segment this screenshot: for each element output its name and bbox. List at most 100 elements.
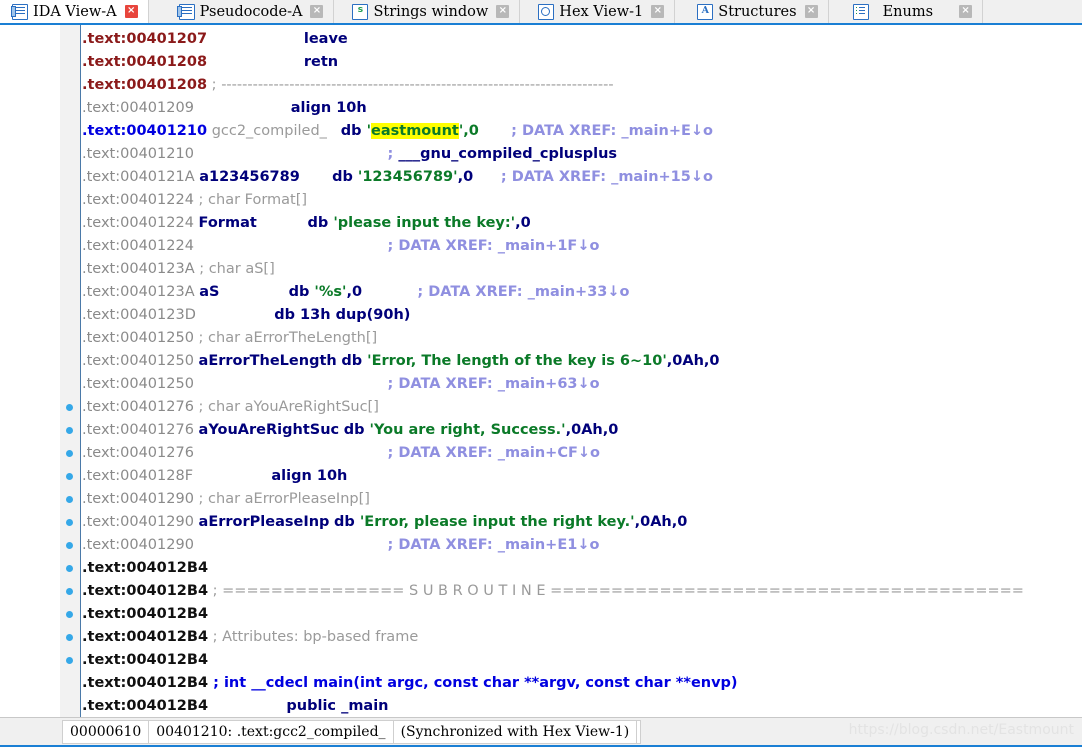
line-address: .text:00401207 xyxy=(82,31,208,47)
tab-strings-window[interactable]: s Strings window × xyxy=(334,0,521,23)
structures-icon: A xyxy=(697,3,714,20)
status-address: 00401210: .text:gcc2_compiled_ xyxy=(149,721,394,743)
disassembly-line[interactable]: .text:00401276 ; DATA XREF: _main+CF↓o xyxy=(82,442,600,465)
line-address: .text:004012B4 xyxy=(82,560,209,576)
disassembly-line[interactable]: .text:00401250 ; DATA XREF: _main+63↓o xyxy=(82,373,600,396)
line-token-cmt: ; Attributes: bp-based frame xyxy=(208,629,419,645)
disassembly-line[interactable]: .text:00401208 ; -----------------------… xyxy=(82,74,614,97)
line-address: .text:00401208 xyxy=(82,77,208,93)
line-address: .text:004012B4 xyxy=(82,675,209,691)
close-icon[interactable]: × xyxy=(651,5,665,18)
line-address: .text:00401276 xyxy=(82,399,194,415)
line-address: .text:00401208 xyxy=(82,54,208,70)
tab-hex-view-1[interactable]: Hex View-1 × xyxy=(520,0,676,23)
status-bar-fields: 00000610 00401210: .text:gcc2_compiled_ … xyxy=(62,720,642,744)
line-token-plain xyxy=(219,284,288,300)
line-token-kw: align 10h xyxy=(271,468,348,484)
line-token-kw: db xyxy=(307,215,334,231)
line-token-xref: _main+E1 xyxy=(497,537,578,553)
breakpoint-dot[interactable] xyxy=(66,473,73,480)
line-token-xref: ; DATA XREF: xyxy=(387,238,498,254)
line-token-xref: ↓o xyxy=(577,445,601,461)
tab-structures[interactable]: A Structures × xyxy=(675,0,829,23)
disassembly-line[interactable]: .text:0040123A aS db '%s',0 ; DATA XREF:… xyxy=(82,281,630,304)
disassembly-line[interactable]: .text:004012B4 xyxy=(82,557,208,580)
breakpoint-dot[interactable] xyxy=(66,404,73,411)
line-token-plain xyxy=(473,169,501,185)
line-address: .text:004012B4 xyxy=(82,606,209,622)
tab-ida-view-a[interactable]: IDA View-A × xyxy=(0,0,149,23)
document-icon xyxy=(10,3,28,20)
disassembly-line[interactable]: .text:00401290 aErrorPleaseInp db 'Error… xyxy=(82,511,687,534)
line-token-plain xyxy=(194,238,388,254)
disassembly-line[interactable]: .text:00401210 gcc2_compiled_ db 'eastmo… xyxy=(82,120,713,143)
close-icon[interactable]: × xyxy=(310,5,324,18)
breakpoint-dot[interactable] xyxy=(66,542,73,549)
tab-label: IDA View-A xyxy=(33,3,117,20)
line-address: .text:00401276 xyxy=(82,445,194,461)
line-token-plain xyxy=(194,537,388,553)
disassembly-line[interactable]: .text:004012B4 ; Attributes: bp-based fr… xyxy=(82,626,418,649)
disassembly-line[interactable]: .text:0040128F align 10h xyxy=(82,465,347,488)
disassembly-line[interactable]: .text:00401276 ; char aYouAreRightSuc[] xyxy=(82,396,379,419)
line-token-cmt: ; char aYouAreRightSuc[] xyxy=(193,399,379,415)
breakpoint-dot[interactable] xyxy=(66,519,73,526)
line-token-cmt: ; char aS[] xyxy=(194,261,275,277)
disassembly-line[interactable]: .text:004012B4 public _main xyxy=(82,695,389,717)
disassembly-line[interactable]: .text:0040123D db 13h dup(90h) xyxy=(82,304,410,327)
disassembly-line[interactable]: .text:00401224 Format db 'please input t… xyxy=(82,212,531,235)
disassembly-line[interactable]: .text:00401276 aYouAreRightSuc db 'You a… xyxy=(82,419,618,442)
line-token-kw: retn xyxy=(303,54,339,70)
disassembly-line[interactable]: .text:004012B4 xyxy=(82,649,208,672)
line-address: .text:004012B4 xyxy=(82,629,209,645)
disassembly-line[interactable]: .text:00401224 ; DATA XREF: _main+1F↓o xyxy=(82,235,599,258)
disassembly-line[interactable]: .text:00401250 aErrorTheLength db 'Error… xyxy=(82,350,720,373)
close-icon[interactable]: × xyxy=(804,5,818,18)
breakpoint-dot[interactable] xyxy=(66,427,73,434)
line-token-plain xyxy=(194,376,388,392)
disassembly-line[interactable]: .text:00401208 retn xyxy=(82,51,338,74)
disassembly-line[interactable]: .text:00401290 ; DATA XREF: _main+E1↓o xyxy=(82,534,599,557)
breakpoint-dot[interactable] xyxy=(66,611,73,618)
disassembly-line[interactable]: .text:0040123A ; char aS[] xyxy=(82,258,275,281)
disassembly-line[interactable]: .text:00401250 ; char aErrorTheLength[] xyxy=(82,327,377,350)
line-token-xref: _main+33 xyxy=(527,284,608,300)
disassembly-line[interactable]: .text:0040121A a123456789 db '123456789'… xyxy=(82,166,713,189)
line-address: .text:0040123A xyxy=(82,284,195,300)
close-icon[interactable]: × xyxy=(124,5,138,18)
line-token-name: aYouAreRightSuc xyxy=(198,422,340,438)
disassembly-line[interactable]: .text:00401207 leave xyxy=(82,28,348,51)
close-icon[interactable]: × xyxy=(496,5,510,18)
breakpoint-dot[interactable] xyxy=(66,496,73,503)
line-address: .text:00401290 xyxy=(82,491,194,507)
breakpoint-dot[interactable] xyxy=(66,450,73,457)
line-token-kw: db xyxy=(343,422,370,438)
line-token-xref: ; DATA XREF: xyxy=(417,284,528,300)
document-icon xyxy=(177,3,195,20)
breakpoint-dot[interactable] xyxy=(66,565,73,572)
line-token-xref: ; DATA XREF: xyxy=(387,537,498,553)
breakpoint-dot[interactable] xyxy=(66,588,73,595)
disassembly-line[interactable]: .text:00401224 ; char Format[] xyxy=(82,189,307,212)
line-token-hl: eastmount xyxy=(371,123,459,139)
watermark: https://blog.csdn.net/Eastmount xyxy=(848,722,1074,738)
line-token-kw: leave xyxy=(303,31,348,47)
disassembly-line[interactable]: .text:004012B4 ; int __cdecl main(int ar… xyxy=(82,672,738,695)
breakpoint-dot[interactable] xyxy=(66,634,73,641)
disassembly-line[interactable]: .text:00401290 ; char aErrorPleaseInp[] xyxy=(82,488,370,511)
line-token-xref: ; xyxy=(387,146,399,162)
line-token-name: Format xyxy=(198,215,257,231)
line-token-name: aErrorPleaseInp xyxy=(198,514,330,530)
breakpoint-dot[interactable] xyxy=(66,657,73,664)
line-token-kw: db xyxy=(340,123,367,139)
disassembly-line[interactable]: .text:004012B4 xyxy=(82,603,208,626)
tab-enums[interactable]: Enums × xyxy=(828,0,984,23)
tab-pseudocode-a[interactable]: Pseudocode-A × xyxy=(148,0,335,23)
disassembly-line[interactable]: .text:004012B4 ; =============== S U B R… xyxy=(82,580,1024,603)
disassembly-line[interactable]: .text:00401210 ; ___gnu_compiled_cpluspl… xyxy=(82,143,617,166)
view-tab-bar: IDA View-A × Pseudocode-A × s Strings wi… xyxy=(0,0,1082,25)
disassembly-pane[interactable]: .text:00401207 leave .text:00401208 retn.… xyxy=(0,25,1082,717)
close-icon[interactable]: × xyxy=(959,5,973,18)
disassembly-line[interactable]: .text:00401209 align 10h xyxy=(82,97,367,120)
strings-icon: s xyxy=(352,3,369,20)
